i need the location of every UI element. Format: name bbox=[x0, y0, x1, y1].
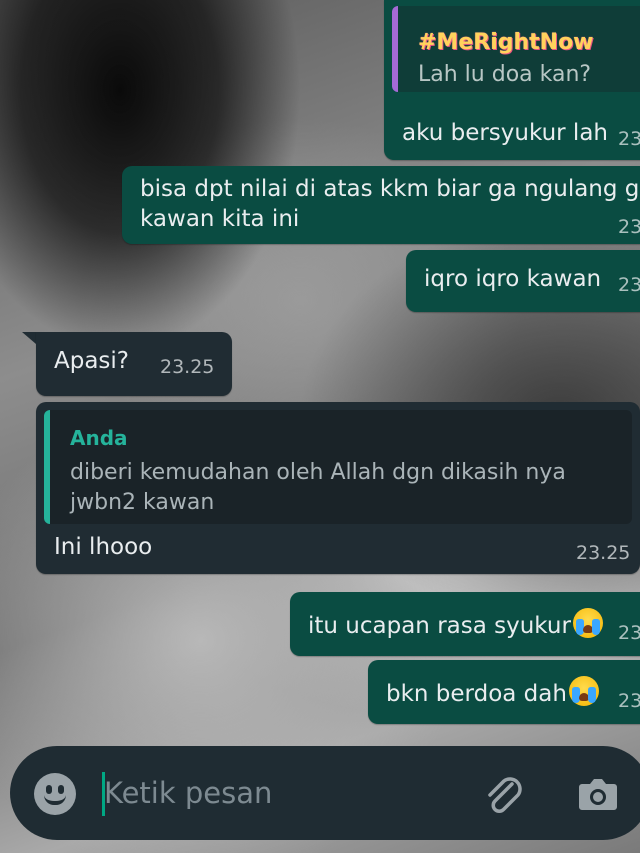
message-outgoing-5[interactable]: bkn berdoa dah 23 bbox=[368, 660, 640, 724]
message-text: bkn berdoa dah bbox=[386, 676, 599, 707]
message-text: aku bersyukur lah bbox=[402, 120, 608, 146]
quote-author: Anda bbox=[70, 426, 128, 450]
message-text: iqro iqro kawan bbox=[424, 266, 602, 292]
message-text-line-2: kawan kita ini bbox=[140, 206, 300, 232]
message-time: 23 bbox=[618, 274, 640, 296]
crying-face-icon bbox=[572, 608, 603, 638]
message-input[interactable] bbox=[104, 768, 444, 818]
quoted-message[interactable]: Anda diberi kemudahan oleh Allah dgn dik… bbox=[44, 410, 632, 524]
quote-text: Lah lu doa kan? bbox=[418, 62, 592, 87]
message-outgoing-3[interactable]: iqro iqro kawan 23 bbox=[406, 250, 640, 312]
bubble-tail bbox=[22, 332, 36, 344]
message-time: 23 bbox=[618, 622, 640, 644]
paperclip-icon[interactable] bbox=[478, 770, 528, 820]
message-text-content: itu ucapan rasa syukur bbox=[308, 613, 571, 639]
crying-face-icon bbox=[568, 676, 599, 706]
message-outgoing-1[interactable]: #MeRightNow Lah lu doa kan? aku bersyuku… bbox=[384, 0, 640, 160]
message-time: 23 bbox=[618, 216, 640, 238]
smiley-icon[interactable] bbox=[34, 773, 76, 815]
message-incoming-2[interactable]: Anda diberi kemudahan oleh Allah dgn dik… bbox=[36, 402, 640, 574]
message-time: 23 bbox=[618, 690, 640, 712]
message-text: itu ucapan rasa syukur bbox=[308, 608, 603, 639]
message-time: 23.25 bbox=[576, 542, 631, 564]
quoted-message[interactable]: #MeRightNow Lah lu doa kan? bbox=[392, 6, 640, 92]
message-text-line-1: bisa dpt nilai di atas kkm biar ga ngula… bbox=[140, 176, 640, 202]
message-time: 23 bbox=[618, 128, 640, 150]
message-text-content: bkn berdoa dah bbox=[386, 681, 567, 707]
message-time: 23.25 bbox=[160, 356, 215, 378]
message-composer bbox=[10, 746, 640, 840]
message-outgoing-2[interactable]: bisa dpt nilai di atas kkm biar ga ngula… bbox=[122, 166, 640, 244]
quote-text-line-1: diberi kemudahan oleh Allah dgn dikasih … bbox=[70, 460, 566, 485]
message-outgoing-4[interactable]: itu ucapan rasa syukur 23 bbox=[290, 592, 640, 656]
message-incoming-1[interactable]: Apasi? 23.25 bbox=[36, 332, 232, 396]
message-text: Ini lhooo bbox=[54, 534, 153, 560]
quote-text-line-2: jwbn2 kawan bbox=[70, 490, 215, 515]
message-text: Apasi? bbox=[54, 348, 130, 374]
camera-icon[interactable] bbox=[576, 772, 620, 816]
quote-author: #MeRightNow bbox=[418, 30, 594, 55]
